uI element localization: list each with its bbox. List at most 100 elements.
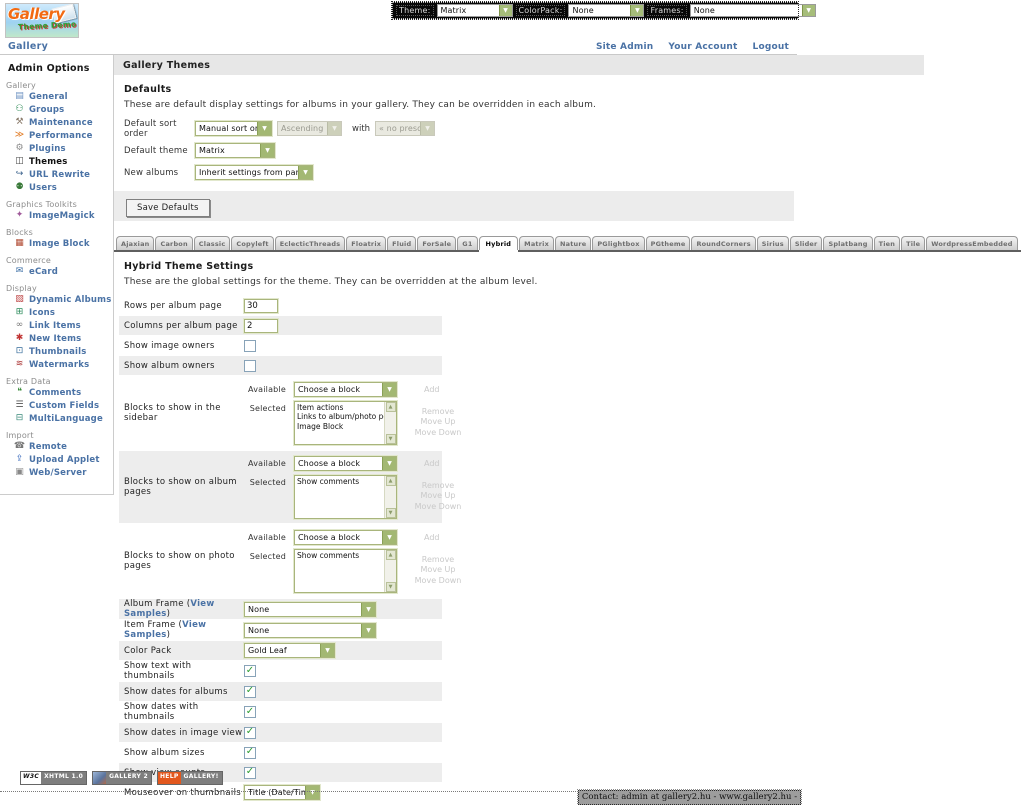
header-link-site-admin[interactable]: Site Admin [596,42,653,52]
columns-per-album-page-input[interactable] [244,319,278,333]
tab-slider[interactable]: Slider [790,236,823,250]
sidebar-item-watermarks[interactable]: ≋Watermarks [13,359,113,370]
header-link-logout[interactable]: Logout [753,42,789,52]
listbox-item[interactable]: Image Block [297,422,384,432]
show-dates-for-albums-checkbox[interactable] [244,686,256,698]
action-link-move-up[interactable]: Move Up [409,417,467,428]
scroll-up-icon[interactable]: ▲ [386,402,396,412]
tab-forsale[interactable]: ForSale [417,236,456,250]
show-image-owners-checkbox[interactable] [244,340,256,352]
show-album-owners-checkbox[interactable] [244,360,256,372]
action-link-remove[interactable]: Remove [409,407,467,418]
action-link-remove[interactable]: Remove [409,555,467,566]
tab-pgtheme[interactable]: PGtheme [646,236,691,250]
action-link-move-up[interactable]: Move Up [409,565,467,576]
listbox-item[interactable]: Show comments [297,551,384,561]
show-dates-with-thumbnails-checkbox[interactable] [244,706,256,718]
tab-roundcorners[interactable]: RoundCorners [691,236,755,250]
tab-ajaxian[interactable]: Ajaxian [116,236,154,250]
listbox-item[interactable]: Item actions [297,403,384,413]
tab-fluid[interactable]: Fluid [387,236,416,250]
view-samples-link[interactable]: View Samples [124,599,215,619]
header-link-your-account[interactable]: Your Account [668,42,737,52]
sidebar-item-users[interactable]: ⚉Users [13,182,113,193]
tab-tile[interactable]: Tile [901,236,925,250]
sidebar-item-web-server[interactable]: ▣Web/Server [13,467,113,478]
tab-g1[interactable]: G1 [457,236,477,250]
scroll-up-icon[interactable]: ▲ [386,550,396,560]
tab-copyleft[interactable]: Copyleft [231,236,273,250]
default-sort-order-select[interactable]: Manual sort order ▼ [195,121,272,136]
sidebar-item-url-rewrite[interactable]: ↪URL Rewrite [13,169,113,180]
rows-per-album-page-input[interactable] [244,299,278,313]
blocks-to-show-on-album-pages-available-select[interactable]: Choose a block▼ [294,456,397,471]
gallery-logo[interactable]: Gallery Theme Demo [5,3,79,38]
color-pack-select[interactable]: Gold Leaf▼ [244,643,335,658]
blocks-to-show-on-photo-pages-available-select[interactable]: Choose a block▼ [294,530,397,545]
action-link-remove[interactable]: Remove [409,481,467,492]
show-text-with-thumbnails-checkbox[interactable] [244,665,256,677]
sidebar-item-performance[interactable]: ≫Performance [13,130,113,141]
sidebar-item-ecard[interactable]: ✉eCard [13,266,113,277]
scroll-down-icon[interactable]: ▼ [386,582,396,592]
scroll-up-icon[interactable]: ▲ [386,476,396,486]
blocks-to-show-on-album-pages-selected-list[interactable]: Show comments▲▼ [294,475,397,519]
show-dates-in-image-view-checkbox[interactable] [244,727,256,739]
sidebar-item-icons[interactable]: ⊞Icons [13,307,113,318]
sidebar-item-imagemagick[interactable]: ✦ImageMagick [13,210,113,221]
tab-matrix[interactable]: Matrix [519,236,554,250]
action-link-move-down[interactable]: Move Down [409,502,467,513]
sidebar-item-dynamic-albums[interactable]: ▧Dynamic Albums [13,294,113,305]
sidebar-item-plugins[interactable]: ⚙Plugins [13,143,113,154]
save-defaults-button[interactable]: Save Defaults [126,199,210,217]
new-albums-select[interactable]: Inherit settings from parent album ▼ [195,165,313,180]
tab-sirius[interactable]: Sirius [757,236,789,250]
view-samples-link[interactable]: View Samples [124,620,206,640]
listbox-item[interactable]: Links to album/photo peers [297,412,384,422]
gallery2-badge[interactable]: GALLERY 2 [92,771,152,785]
sidebar-item-custom-fields[interactable]: ☰Custom Fields [13,400,113,411]
sidebar-item-image-block[interactable]: ▦Image Block [13,238,113,249]
sidebar-item-groups[interactable]: ⚇Groups [13,104,113,115]
w3c-xhtml-badge[interactable]: W3C XHTML 1.0 [20,771,87,785]
blocks-to-show-on-photo-pages-selected-list[interactable]: Show comments▲▼ [294,549,397,593]
frames-select[interactable]: None ▼ [690,4,816,17]
default-theme-select[interactable]: Matrix ▼ [195,143,275,158]
show-album-sizes-checkbox[interactable] [244,747,256,759]
gallery-home-link[interactable]: Gallery [8,41,48,52]
sidebar-item-comments[interactable]: ❝Comments [13,387,113,398]
tab-floatrix[interactable]: Floatrix [346,236,386,250]
tab-splatbang[interactable]: Splatbang [823,236,872,250]
sidebar-item-themes[interactable]: ◫Themes [13,156,113,167]
colorpack-select[interactable]: None ▼ [568,4,644,17]
show-view-counts-checkbox[interactable] [244,767,256,779]
add-link[interactable]: Add [424,456,440,468]
action-link-move-down[interactable]: Move Down [409,428,467,439]
sidebar-item-multilanguage[interactable]: ⊟MultiLanguage [13,413,113,424]
sidebar-item-maintenance[interactable]: ⚒Maintenance [13,117,113,128]
help-gallery-badge[interactable]: HELP GALLERY! [157,771,223,785]
listbox-scrollbar[interactable]: ▲▼ [384,550,396,592]
blocks-to-show-in-the-sidebar-selected-list[interactable]: Item actionsLinks to album/photo peersIm… [294,401,397,445]
tab-carbon[interactable]: Carbon [155,236,192,250]
listbox-item[interactable]: Show comments [297,477,384,487]
item-frame-select[interactable]: None▼ [244,623,376,638]
add-link[interactable]: Add [424,382,440,394]
sidebar-item-general[interactable]: ▤General [13,91,113,102]
tab-wordpressembedded[interactable]: WordpressEmbedded [926,236,1017,250]
action-link-move-up[interactable]: Move Up [409,491,467,502]
listbox-scrollbar[interactable]: ▲▼ [384,476,396,518]
sidebar-item-upload-applet[interactable]: ⇪Upload Applet [13,454,113,465]
blocks-to-show-in-the-sidebar-available-select[interactable]: Choose a block▼ [294,382,397,397]
scroll-down-icon[interactable]: ▼ [386,434,396,444]
add-link[interactable]: Add [424,530,440,542]
album-frame-select[interactable]: None▼ [244,602,376,617]
tab-eclecticthreads[interactable]: EclecticThreads [275,236,346,250]
action-link-move-down[interactable]: Move Down [409,576,467,587]
listbox-scrollbar[interactable]: ▲▼ [384,402,396,444]
sidebar-item-remote[interactable]: ☎Remote [13,441,113,452]
tab-hybrid[interactable]: Hybrid [479,236,519,250]
mouseover-on-thumbnails-select[interactable]: Title (Date/Time)▼ [244,785,320,800]
scroll-down-icon[interactable]: ▼ [386,508,396,518]
tab-classic[interactable]: Classic [194,236,231,250]
